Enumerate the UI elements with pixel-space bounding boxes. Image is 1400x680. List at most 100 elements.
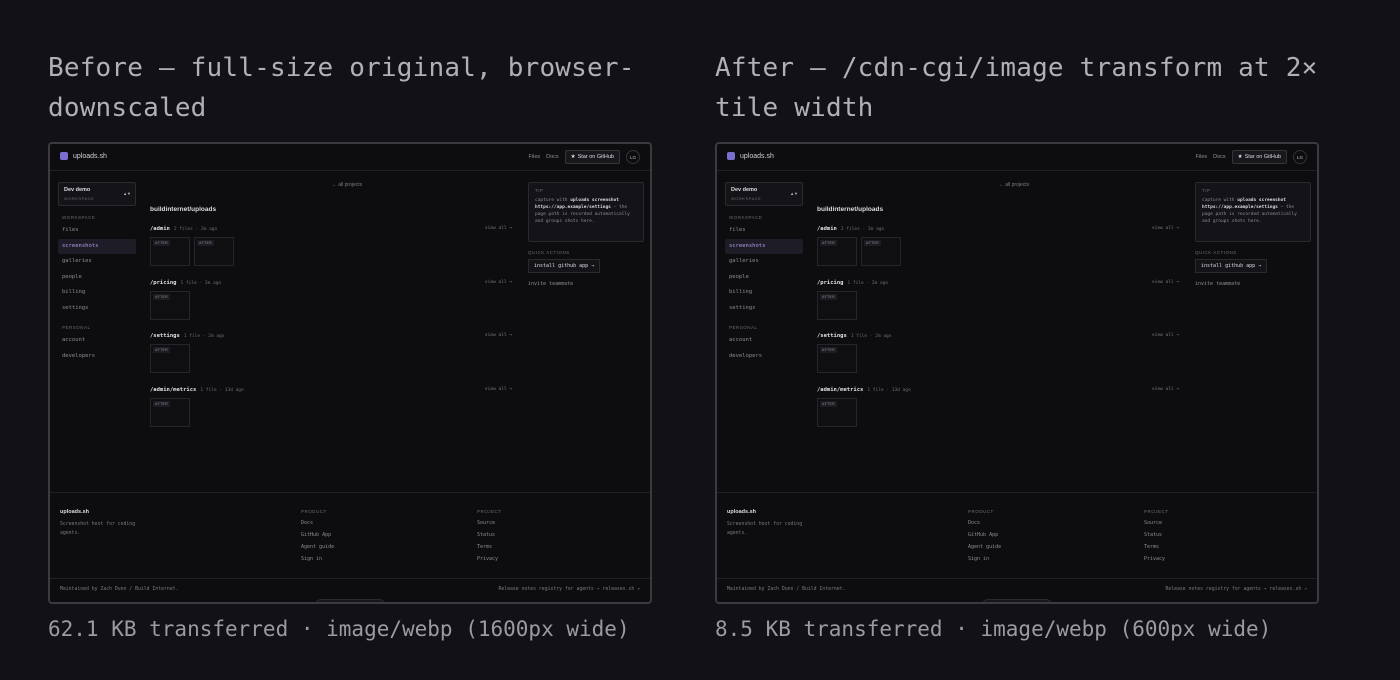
group-path[interactable]: /admin/metrics: [817, 387, 863, 393]
screenshot-thumbnail[interactable]: AFTER: [150, 237, 190, 266]
footer-link[interactable]: Privacy: [1144, 556, 1169, 568]
footer-link[interactable]: Sign in: [968, 556, 1001, 568]
footer-link[interactable]: Status: [1144, 532, 1169, 544]
footer-link[interactable]: Source: [1144, 520, 1169, 532]
footer-link[interactable]: Terms: [477, 544, 502, 556]
toolbar-dock[interactable]: [982, 599, 1052, 602]
logo-text: uploads.sh: [73, 152, 107, 160]
screenshot-thumbnail[interactable]: AFTER: [817, 344, 857, 373]
screenshot-thumbnail[interactable]: AFTER: [150, 344, 190, 373]
sidebar-item-account[interactable]: account: [725, 333, 803, 349]
workspace-switcher[interactable]: Dev demo WORKSPACE ▲▼: [58, 182, 136, 206]
invite-teammate-link[interactable]: invite teammate: [1195, 281, 1311, 287]
view-all-link[interactable]: view all →: [1152, 387, 1179, 392]
star-icon: ★: [1237, 154, 1243, 160]
nav-files-link[interactable]: Files: [1196, 154, 1208, 160]
star-on-github-button[interactable]: ★ Star on GitHub: [564, 150, 620, 164]
nav-docs-link[interactable]: Docs: [1213, 154, 1226, 160]
footer-link[interactable]: Status: [477, 532, 502, 544]
group-path[interactable]: /pricing: [817, 280, 844, 286]
sidebar-item-billing[interactable]: billing: [58, 285, 136, 301]
screenshot-thumbnail[interactable]: AFTER: [150, 397, 190, 427]
view-all-link[interactable]: view all →: [1152, 226, 1179, 231]
sidebar-item-settings[interactable]: settings: [58, 301, 136, 317]
toolbar-dock[interactable]: [315, 599, 385, 602]
install-github-app-button[interactable]: install github app →: [1195, 259, 1268, 273]
quick-actions-title: QUICK ACTIONS: [528, 250, 570, 255]
view-all-link[interactable]: view all →: [485, 333, 512, 338]
screenshot-thumbnail[interactable]: AFTER: [194, 237, 234, 266]
maintained-by[interactable]: Maintained by Zach Dunn / Build Internet…: [727, 587, 845, 592]
sidebar-item-screenshots[interactable]: screenshots: [58, 238, 136, 254]
maintained-by[interactable]: Maintained by Zach Dunn / Build Internet…: [60, 587, 178, 592]
release-notes-link[interactable]: Release notes registry for agents → rele…: [498, 587, 640, 592]
group-tiles: AFTER AFTER: [817, 237, 1181, 266]
footer-link[interactable]: GitHub App: [968, 532, 1001, 544]
screenshot-thumbnail[interactable]: AFTER: [817, 290, 857, 320]
workspace-switcher[interactable]: Dev demo WORKSPACE ▲▼: [725, 182, 803, 206]
nav-files-link[interactable]: Files: [529, 154, 541, 160]
app-logo[interactable]: uploads.sh: [727, 152, 774, 160]
tip-pre: capture with: [535, 198, 568, 203]
screenshot-thumbnail[interactable]: AFTER: [861, 237, 901, 266]
group-path[interactable]: /admin: [817, 226, 837, 232]
view-all-link[interactable]: view all →: [1152, 280, 1179, 285]
after-tag: AFTER: [864, 240, 881, 246]
sidebar-item-screenshots[interactable]: screenshots: [725, 238, 803, 254]
footer-bottom: Maintained by Zach Dunn / Build Internet…: [717, 578, 1317, 602]
sidebar-item-account[interactable]: account: [58, 333, 136, 349]
sidebar-item-files[interactable]: files: [58, 223, 136, 239]
sidebar-item-files[interactable]: files: [725, 223, 803, 239]
all-projects-link[interactable]: ← all projects: [817, 182, 1181, 188]
group-path[interactable]: /settings: [817, 333, 847, 339]
footer-link[interactable]: Agent guide: [301, 544, 334, 556]
sidebar-item-galleries[interactable]: galleries: [725, 254, 803, 270]
sidebar-item-people[interactable]: people: [58, 270, 136, 286]
footer-link[interactable]: Privacy: [477, 556, 502, 568]
nav-docs-link[interactable]: Docs: [546, 154, 559, 160]
workspace-label: WORKSPACE: [64, 196, 95, 201]
group-tiles: AFTER: [150, 397, 514, 427]
star-on-github-button[interactable]: ★ Star on GitHub: [1231, 150, 1287, 164]
view-all-link[interactable]: view all →: [485, 280, 512, 285]
group-path[interactable]: /settings: [150, 333, 180, 339]
avatar[interactable]: LG: [1293, 150, 1307, 164]
footer-link[interactable]: Sign in: [301, 556, 334, 568]
view-all-link[interactable]: view all →: [1152, 333, 1179, 338]
footer-link[interactable]: Source: [477, 520, 502, 532]
footer-link[interactable]: Agent guide: [968, 544, 1001, 556]
footer-project-title: PROJECT: [477, 509, 502, 514]
screenshot-thumbnail[interactable]: AFTER: [817, 397, 857, 427]
chevron-updown-icon: ▲▼: [790, 191, 798, 196]
sidebar-item-galleries[interactable]: galleries: [58, 254, 136, 270]
footer-project-title: PROJECT: [1144, 509, 1169, 514]
footer-link[interactable]: Terms: [1144, 544, 1169, 556]
install-github-app-button[interactable]: install github app →: [528, 259, 601, 273]
screenshot-thumbnail[interactable]: AFTER: [150, 290, 190, 320]
after-heading: After — /cdn-cgi/image transform at 2× t…: [715, 53, 1318, 123]
footer-link[interactable]: Docs: [301, 520, 334, 532]
avatar[interactable]: LG: [626, 150, 640, 164]
release-notes-link[interactable]: Release notes registry for agents → rele…: [1165, 587, 1307, 592]
sidebar-item-developers[interactable]: developers: [58, 349, 136, 365]
group-path[interactable]: /admin/metrics: [150, 387, 196, 393]
group-path[interactable]: /admin: [150, 226, 170, 232]
view-all-link[interactable]: view all →: [485, 226, 512, 231]
group-tiles: AFTER: [817, 397, 1181, 427]
footer-link[interactable]: GitHub App: [301, 532, 334, 544]
sidebar-item-billing[interactable]: billing: [725, 285, 803, 301]
footer-link[interactable]: Docs: [968, 520, 1001, 532]
all-projects-link[interactable]: ← all projects: [150, 182, 514, 188]
footer-bottom: Maintained by Zach Dunn / Build Internet…: [50, 578, 650, 602]
sidebar-item-settings[interactable]: settings: [725, 301, 803, 317]
sidebar-item-developers[interactable]: developers: [725, 349, 803, 365]
invite-teammate-link[interactable]: invite teammate: [528, 281, 644, 287]
screenshot-thumbnail[interactable]: AFTER: [817, 237, 857, 266]
app-logo[interactable]: uploads.sh: [60, 152, 107, 160]
repo-title: buildinternet/uploads: [150, 206, 217, 213]
main-content: ← all projects buildinternet/uploads /ad…: [817, 182, 1181, 440]
group-path[interactable]: /pricing: [150, 280, 177, 286]
view-all-link[interactable]: view all →: [485, 387, 512, 392]
sidebar-item-people[interactable]: people: [725, 270, 803, 286]
after-tag: AFTER: [153, 400, 170, 407]
